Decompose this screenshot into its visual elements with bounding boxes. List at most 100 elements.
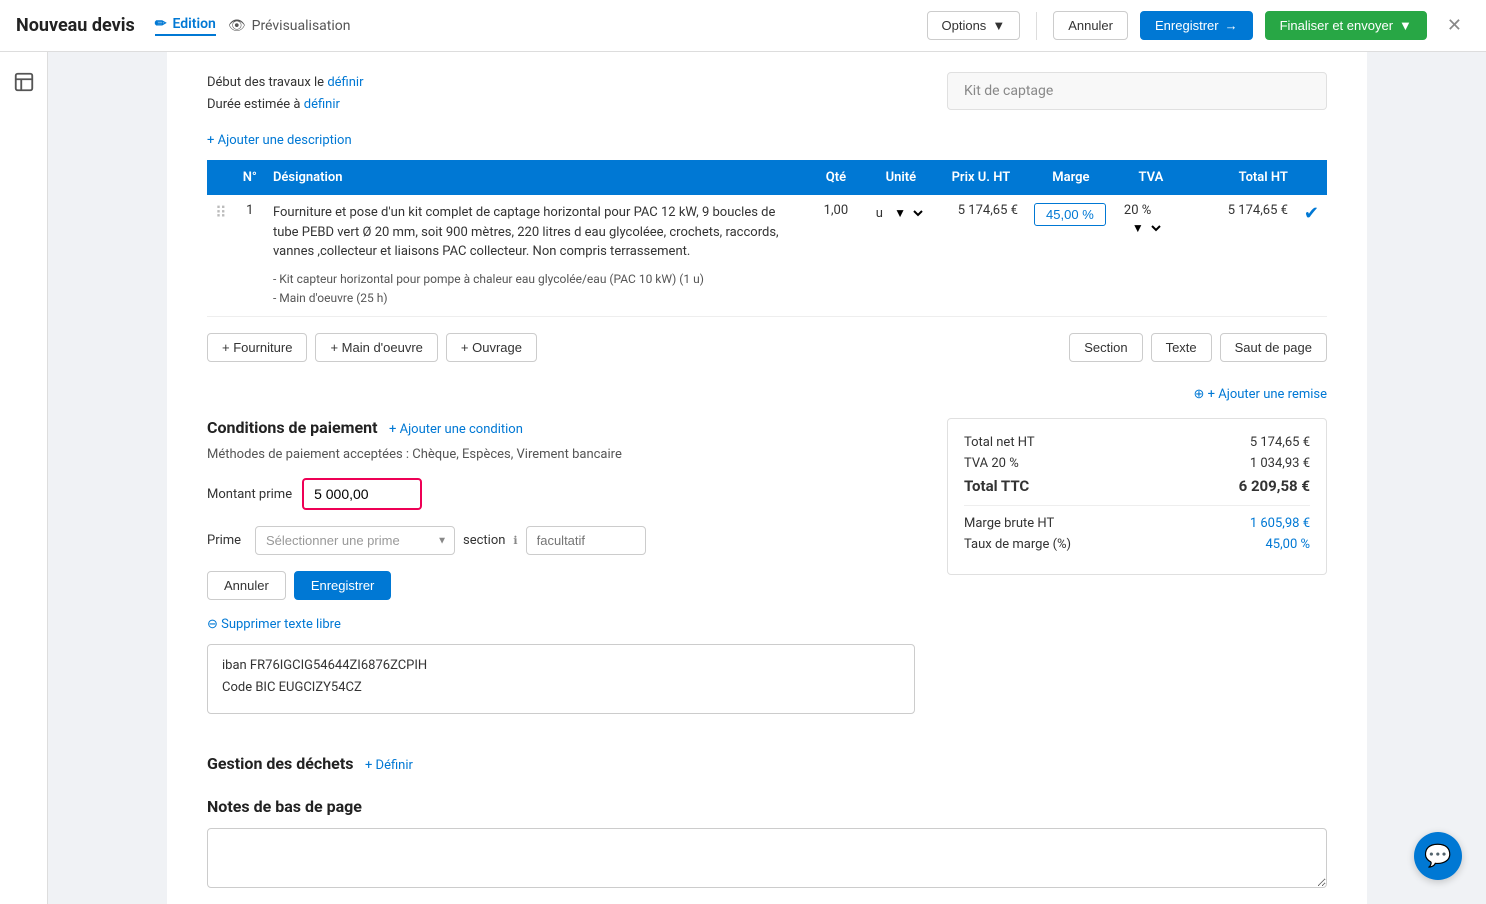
start-date-link[interactable]: définir [327,75,363,90]
add-remise-row: ⊕ + Ajouter une remise [207,386,1327,402]
montant-input[interactable] [302,478,422,510]
chevron-down-icon: ▼ [1399,18,1412,33]
tab-edition[interactable]: ✏ Edition [155,16,216,36]
col-action [1296,160,1327,195]
tva-select[interactable]: ▼ [1124,218,1164,238]
col-unit: Unité [866,160,936,195]
check-circle-icon[interactable]: ✔ [1304,203,1319,224]
montant-row: Montant prime [207,478,915,510]
taux-marge-value: 45,00 % [1265,537,1310,552]
add-main-oeuvre-button[interactable]: + Main d'oeuvre [315,333,437,362]
drag-cell[interactable]: ⠿ [207,195,235,316]
totals-box-inner: Total net HT 5 174,65 € TVA 20 % 1 034,9… [947,418,1327,575]
add-description-link[interactable]: + Ajouter une description [207,133,352,148]
save-button[interactable]: Enregistrer → [1140,11,1253,40]
row-tva: 20 % ▼ [1116,195,1186,316]
col-designation: Désignation [265,160,806,195]
header-left: Début des travaux le définir Durée estim… [207,72,364,116]
add-condition-link[interactable]: + Ajouter une condition [389,422,523,437]
unit-select[interactable]: ▼ [886,203,926,223]
devis-table: N° Désignation Qté Unité Prix U. HT Marg… [207,160,1327,317]
row-check: ✔ [1296,195,1327,316]
prime-select[interactable]: Sélectionner une prime [255,526,455,555]
tva-value: 1 034,93 € [1250,456,1310,471]
divider [1036,12,1037,40]
notes-section: Notes de bas de page [207,797,1327,892]
kit-box: Kit de captage [947,72,1327,110]
drag-handle-icon[interactable]: ⠿ [215,203,227,222]
topbar: Nouveau devis ✏ Edition 👁 Prévisualisati… [0,0,1486,52]
content-area: Début des travaux le définir Durée estim… [167,52,1367,904]
iban-box: iban FR76IGCIG54644ZI6876ZCPIH Code BIC … [207,644,915,714]
section-info-icon: ℹ [513,534,517,547]
table-row: ⠿ 1 Fourniture et pose d'un kit complet … [207,195,1327,316]
payment-methods: Méthodes de paiement acceptées : Chèque,… [207,447,915,462]
save-arrow-icon: → [1225,18,1238,33]
col-tva: TVA [1116,160,1186,195]
payment-cancel-button[interactable]: Annuler [207,571,286,600]
pencil-icon: ✏ [155,16,167,32]
col-qty: Qté [806,160,866,195]
marge-brute-value: 1 605,98 € [1250,516,1310,531]
col-marge: Marge [1026,160,1116,195]
total-ttc-value: 6 209,58 € [1239,477,1310,495]
plus-icon: ⊕ [1194,387,1208,402]
total-net-ht-value: 5 174,65 € [1250,435,1310,450]
action-right: Section Texte Saut de page [1069,333,1327,362]
add-remise-link[interactable]: ⊕ + Ajouter une remise [1194,387,1327,402]
chat-button[interactable]: 💬 [1414,832,1462,880]
marge-brute-label: Marge brute HT [964,516,1054,531]
tva-label: TVA 20 % [964,456,1019,471]
item-sub-description: - Kit capteur horizontal pour pompe à ch… [273,270,798,308]
row-total-ht: 5 174,65 € [1186,195,1296,316]
payment-title: Conditions de paiement [207,418,378,437]
duration-link[interactable]: définir [304,97,340,112]
cancel-button[interactable]: Annuler [1053,11,1128,40]
marge-brute-row: Marge brute HT 1 605,98 € [964,505,1310,531]
texte-button[interactable]: Texte [1151,333,1212,362]
action-left: + Fourniture + Main d'oeuvre + Ouvrage [207,333,537,362]
finalize-button[interactable]: Finaliser et envoyer ▼ [1265,11,1427,40]
iban-line2: Code BIC EUGCIZY54CZ [222,677,900,699]
header-info: Début des travaux le définir Durée estim… [207,72,1327,116]
duration-row: Durée estimée à définir [207,94,364,116]
payment-left: Conditions de paiement + Ajouter une con… [207,418,915,730]
saut-page-button[interactable]: Saut de page [1220,333,1327,362]
table-header-row: N° Désignation Qté Unité Prix U. HT Marg… [207,160,1327,195]
gestion-dechets-title: Gestion des déchets [207,754,353,773]
row-description: Fourniture et pose d'un kit complet de c… [265,195,806,316]
sidebar-book-icon[interactable] [6,64,42,100]
action-row: + Fourniture + Main d'oeuvre + Ouvrage S… [207,333,1327,362]
prime-select-wrap: Sélectionner une prime [255,526,455,555]
section-input[interactable] [526,526,646,555]
sidebar [0,52,48,904]
main-content: Début des travaux le définir Durée estim… [48,52,1486,904]
section-button[interactable]: Section [1069,333,1142,362]
layout: Début des travaux le définir Durée estim… [0,52,1486,904]
tab-preview[interactable]: 👁 Prévisualisation [228,18,351,34]
payment-section: Conditions de paiement + Ajouter une con… [207,418,1327,730]
eye-icon: 👁 [228,18,246,34]
close-button[interactable]: ✕ [1439,11,1470,40]
notes-input[interactable] [207,828,1327,888]
row-marge [1026,195,1116,316]
options-button[interactable]: Options ▼ [927,11,1021,40]
montant-label: Montant prime [207,487,292,502]
notes-title: Notes de bas de page [207,797,1327,816]
totals-box: Total net HT 5 174,65 € TVA 20 % 1 034,9… [947,418,1327,730]
remove-text-link[interactable]: ⊖ Supprimer texte libre [207,617,341,632]
payment-save-button[interactable]: Enregistrer [294,571,392,600]
marge-input[interactable] [1034,203,1106,226]
start-date-row: Début des travaux le définir [207,72,364,94]
payment-btn-row: Annuler Enregistrer [207,571,915,600]
chevron-down-icon: ▼ [992,18,1005,33]
taux-marge-label: Taux de marge (%) [964,537,1071,552]
item-description: Fourniture et pose d'un kit complet de c… [273,203,798,262]
add-ouvrage-button[interactable]: + Ouvrage [446,333,537,362]
row-unit: u ▼ [866,195,936,316]
taux-marge-row: Taux de marge (%) 45,00 % [964,537,1310,552]
gestion-dechets-link[interactable]: + Définir [365,758,413,773]
row-num: 1 [235,195,265,316]
total-net-ht-label: Total net HT [964,435,1035,450]
add-fourniture-button[interactable]: + Fourniture [207,333,307,362]
